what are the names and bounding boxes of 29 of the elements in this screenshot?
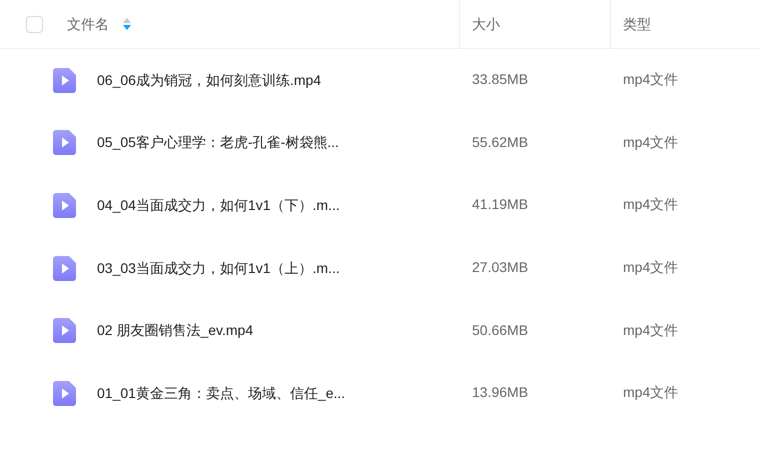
sort-icon[interactable] bbox=[123, 18, 131, 30]
video-file-icon bbox=[53, 192, 76, 218]
file-type: mp4文件 bbox=[623, 71, 678, 88]
video-file-icon bbox=[53, 318, 76, 344]
file-type: mp4文件 bbox=[623, 384, 678, 400]
file-name[interactable]: 02 朋友圈销售法_ev.mp4 bbox=[97, 320, 254, 342]
file-size: 13.96MB bbox=[472, 384, 528, 400]
file-name[interactable]: 04_04当面成交力，如何1v1（下）.m... bbox=[97, 194, 340, 216]
file-name[interactable]: 01_01黄金三角：卖点、场域、信任_e... bbox=[97, 382, 346, 404]
video-file-icon bbox=[53, 68, 76, 93]
file-size: 41.19MB bbox=[472, 196, 528, 212]
file-name[interactable]: 03_03当面成交力，如何1v1（上）.m... bbox=[97, 258, 340, 279]
file-size: 50.66MB bbox=[472, 322, 528, 338]
file-name[interactable]: 06_06成为销冠，如何刻意训练.mp4 bbox=[97, 70, 322, 91]
file-name[interactable]: 05_05客户心理学：老虎-孔雀-树袋熊... bbox=[97, 132, 339, 154]
file-type: mp4文件 bbox=[623, 196, 678, 212]
column-header[interactable]: 类型 bbox=[623, 14, 651, 34]
column-header[interactable]: 大小 bbox=[472, 14, 500, 34]
column-header[interactable]: 文件名 bbox=[67, 14, 109, 34]
file-type: mp4文件 bbox=[623, 259, 678, 276]
video-file-icon bbox=[53, 380, 76, 406]
select-all-checkbox[interactable] bbox=[26, 16, 43, 32]
file-type: mp4文件 bbox=[623, 134, 678, 150]
file-size: 55.62MB bbox=[472, 134, 528, 150]
file-size: 33.85MB bbox=[472, 71, 528, 88]
video-file-icon bbox=[53, 130, 76, 156]
video-file-icon bbox=[53, 256, 76, 281]
file-size: 27.03MB bbox=[472, 259, 528, 276]
file-type: mp4文件 bbox=[623, 322, 678, 338]
